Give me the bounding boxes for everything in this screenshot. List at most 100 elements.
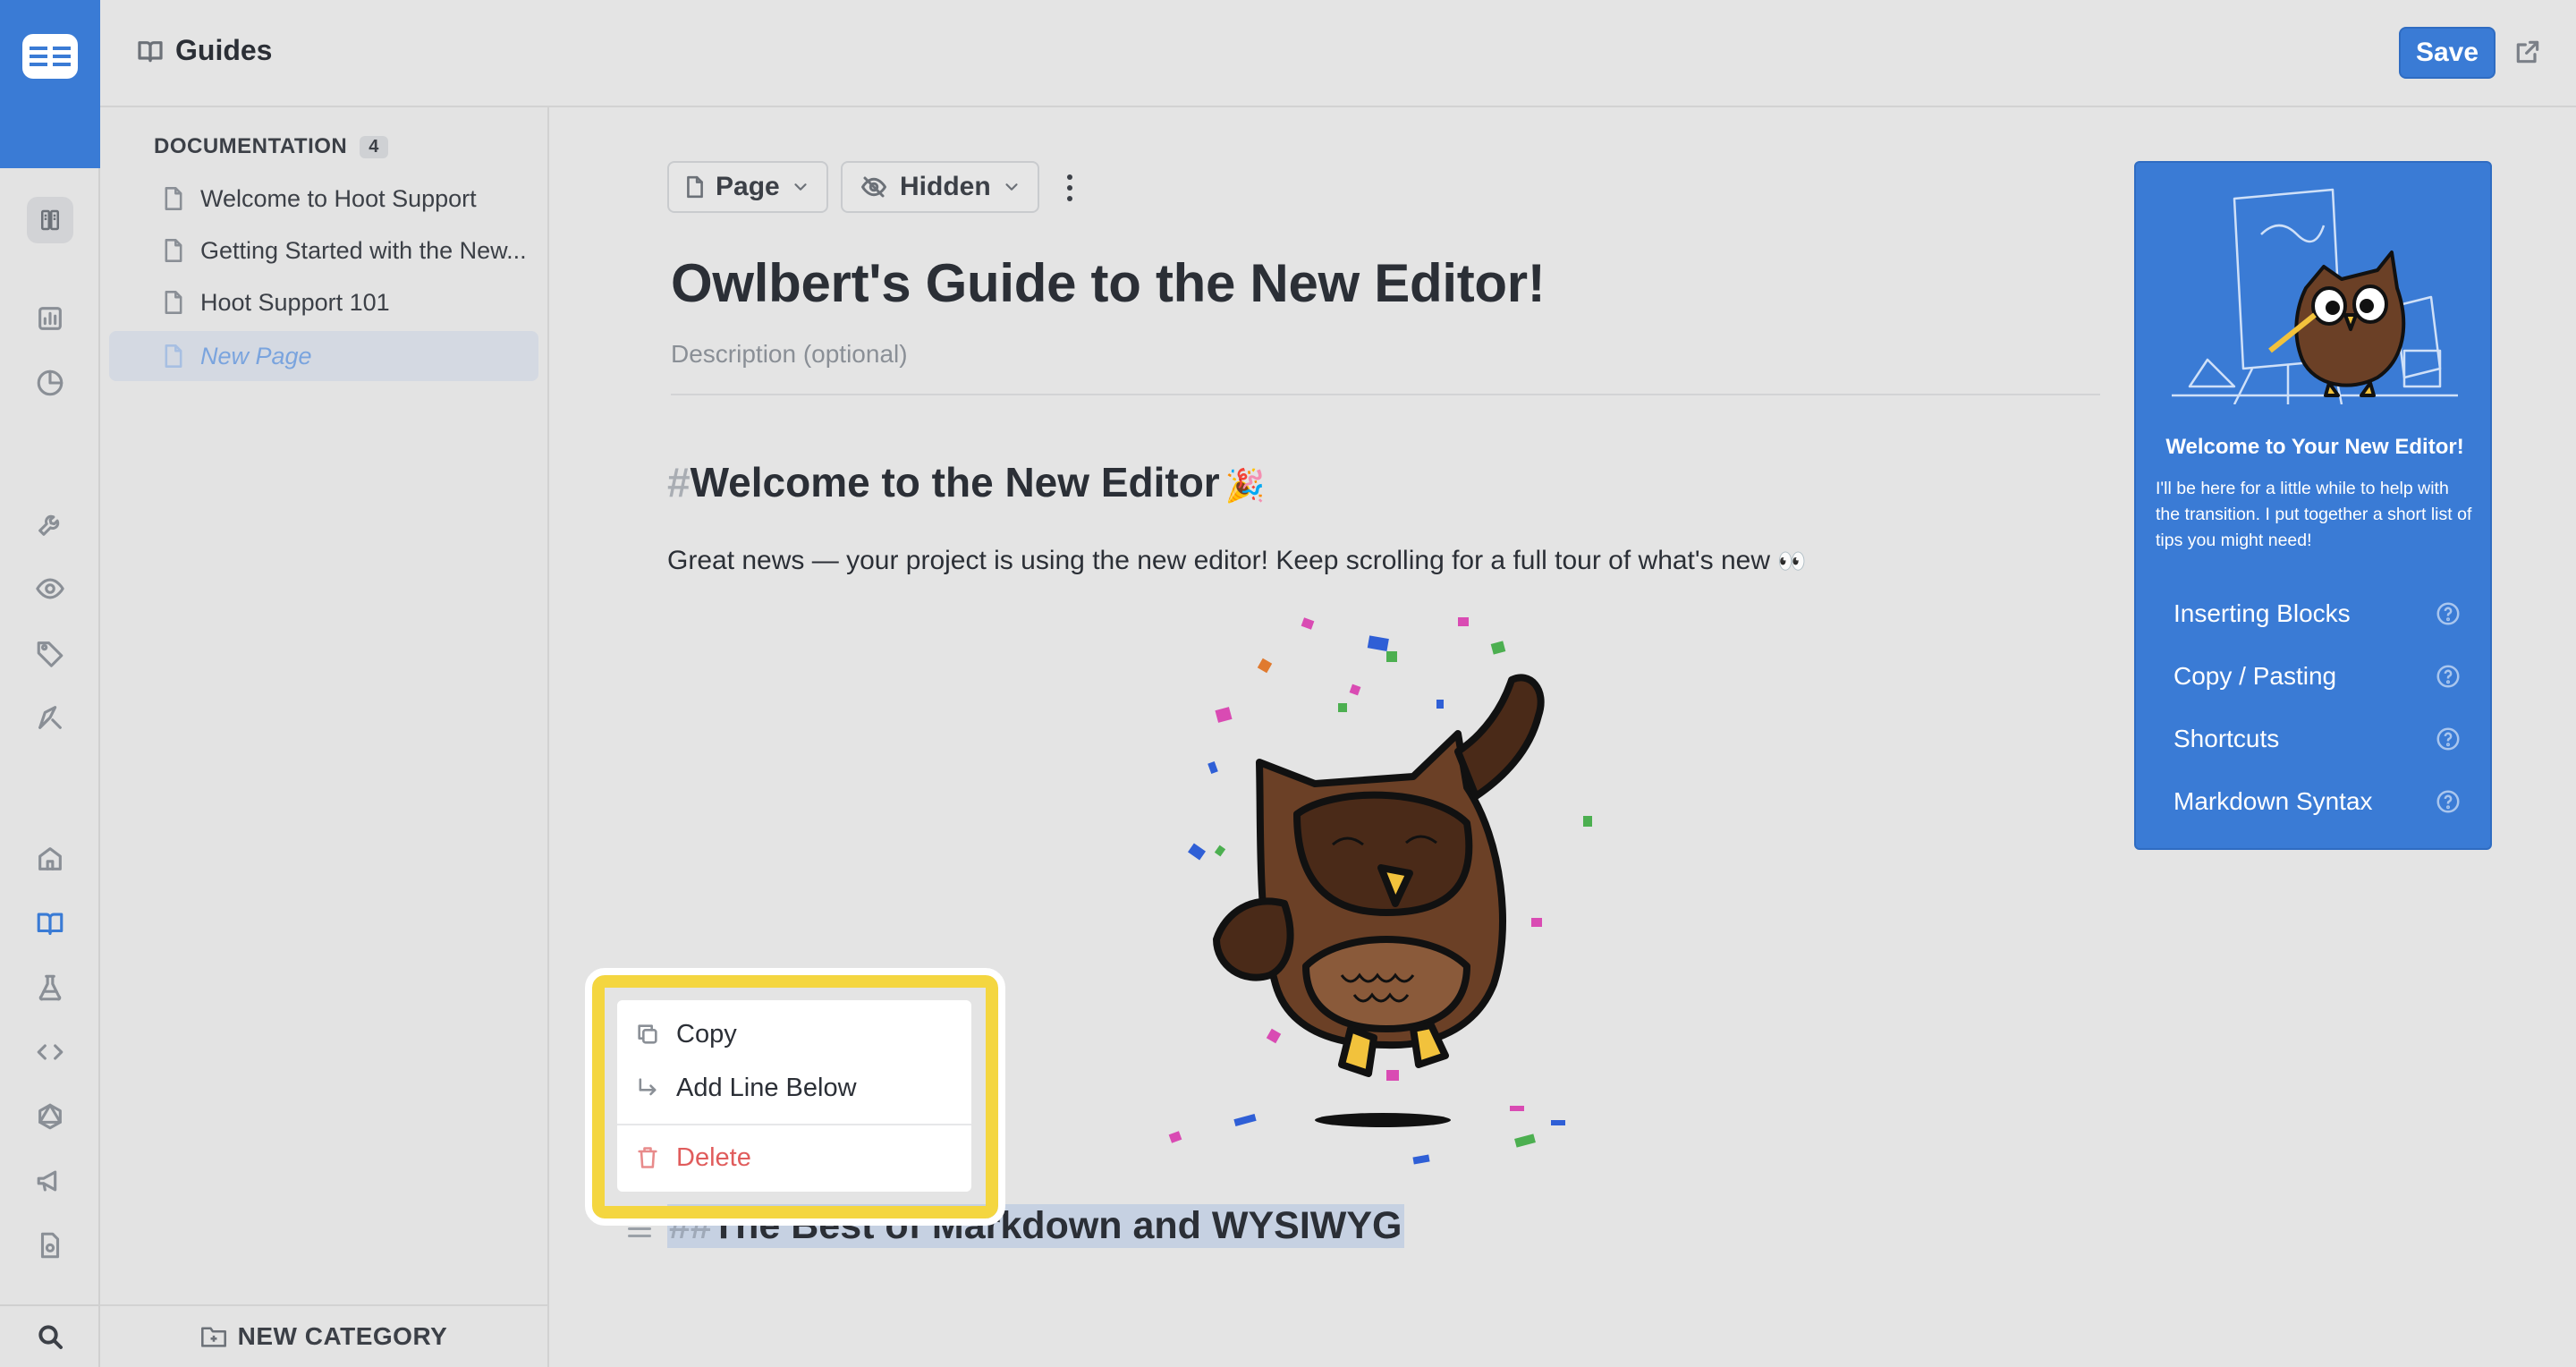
rail-analytics[interactable] [30,363,70,403]
section-title-label: Guides [175,34,273,66]
project-icon [41,209,59,231]
search-button[interactable] [0,1304,100,1367]
owl-shadow [1315,1113,1451,1127]
open-book-icon [138,40,163,62]
tip-link-label: Markdown Syntax [2174,787,2373,815]
celebrating-owl-image[interactable] [1163,608,1628,1181]
flask-icon [38,974,62,1001]
folder-plus-icon [200,1327,226,1347]
rail-recipes[interactable] [30,968,70,1007]
sidebar-item-label: Welcome to Hoot Support [200,184,477,212]
sidebar-item-welcome[interactable]: Welcome to Hoot Support [109,174,538,224]
category-header[interactable]: DOCUMENTATION 4 [154,134,388,159]
pie-chart-icon [37,369,64,396]
external-link-icon [2516,40,2539,64]
top-header: Guides Save [100,0,2576,107]
paragraph[interactable]: Great news — your project is using the n… [667,546,1807,576]
wrench-icon [38,514,60,536]
paragraph-text: Great news — your project is using the n… [667,546,1770,575]
guides-sidebar: DOCUMENTATION 4 Welcome to Hoot Support … [100,107,549,1367]
rail-custom-pages[interactable] [30,1226,70,1265]
open-book-icon [37,913,64,935]
new-category-label: NEW CATEGORY [237,1322,448,1350]
page-type-dropdown[interactable]: Page [667,161,828,213]
welcome-card: Welcome to Your New Editor! I'll be here… [2134,161,2492,850]
book-logo-icon [22,34,78,79]
question-circle-icon [2436,727,2460,751]
chevron-down-icon [1005,183,1018,191]
rail-metrics[interactable] [30,299,70,338]
block-context-menu: Copy Add Line Below Delete [617,1000,971,1192]
category-title: DOCUMENTATION [154,134,348,158]
code-icon [37,1044,64,1060]
rail-settings[interactable] [30,505,70,544]
save-button[interactable]: Save [2399,27,2496,79]
pen-nib-icon [38,706,62,729]
category-count-badge: 4 [360,135,388,158]
tip-link-label: Inserting Blocks [2174,599,2351,627]
question-circle-icon [2436,790,2460,813]
sidebar-item-label: Hoot Support 101 [200,288,390,316]
tag-icon [37,641,64,667]
sidebar-item-getting-started[interactable]: Getting Started with the New... [109,225,538,276]
heading-markdown-hash: # [667,459,691,505]
eye-icon [36,578,64,599]
add-line-below-menu-item[interactable]: Add Line Below [617,1063,971,1113]
rail-design[interactable] [30,698,70,737]
block-drag-handle[interactable] [628,1220,651,1238]
tip-link-inserting-blocks[interactable]: Inserting Blocks [2156,587,2474,641]
owl-body [1213,674,1545,1077]
page-icon [165,187,182,210]
description-field[interactable]: Description (optional) [671,340,908,369]
app-logo[interactable] [0,0,100,168]
heading-1-text: Welcome to the New Editor [690,459,1220,505]
open-external-button[interactable] [2513,38,2542,66]
sidebar-item-hoot-support-101[interactable]: Hoot Support 101 [109,277,538,327]
copy-label: Copy [676,1019,737,1049]
rail-guides[interactable] [30,904,70,943]
tip-link-shortcuts[interactable]: Shortcuts [2156,712,2474,766]
trash-icon [638,1147,657,1168]
copy-menu-item[interactable]: Copy [617,1009,971,1059]
welcome-card-text: I'll be here for a little while to help … [2156,479,2472,550]
new-category-button[interactable]: NEW CATEGORY [100,1304,547,1367]
rail-home[interactable] [30,839,70,879]
copy-icon [638,1024,657,1044]
chevron-down-icon [794,183,807,191]
question-circle-icon [2436,602,2460,625]
add-line-below-label: Add Line Below [676,1073,857,1102]
visibility-dropdown[interactable]: Hidden [841,161,1039,213]
rail-appearance[interactable] [30,569,70,608]
delete-menu-item[interactable]: Delete [617,1133,971,1183]
welcome-card-title: Welcome to Your New Editor! [2165,435,2464,459]
tip-link-markdown-syntax[interactable]: Markdown Syntax [2156,775,2474,828]
search-icon [38,1325,63,1349]
home-icon [38,847,62,870]
rail-changelog[interactable] [30,1161,70,1201]
menu-divider [617,1124,971,1125]
visibility-label: Hidden [900,172,991,201]
rail-graphql[interactable] [30,1097,70,1136]
project-switcher[interactable] [27,197,73,243]
eyes-emoji: 👀 [1777,548,1807,574]
tip-link-label: Shortcuts [2174,725,2280,752]
sidebar-item-label: New Page [200,342,312,369]
page-icon [165,344,182,368]
section-title: Guides [136,34,272,67]
tip-link-label: Copy / Pasting [2174,662,2337,690]
heading-1[interactable]: #Welcome to the New Editor 🎉 [667,458,1266,506]
more-options-button[interactable] [1059,170,1080,206]
megaphone-icon [37,1170,57,1192]
corner-down-right-icon [639,1078,657,1096]
tip-link-copy-pasting[interactable]: Copy / Pasting [2156,650,2474,703]
left-rail [0,0,100,1367]
sidebar-item-new-page[interactable]: New Page [109,331,538,381]
page-icon [687,175,703,199]
delete-label: Delete [676,1142,751,1172]
page-title[interactable]: Owlbert's Guide to the New Editor! [671,252,1546,314]
file-gear-icon [40,1232,60,1259]
graphql-icon [38,1103,62,1130]
question-circle-icon [2436,665,2460,688]
rail-versions[interactable] [30,633,70,673]
rail-api-reference[interactable] [30,1032,70,1072]
